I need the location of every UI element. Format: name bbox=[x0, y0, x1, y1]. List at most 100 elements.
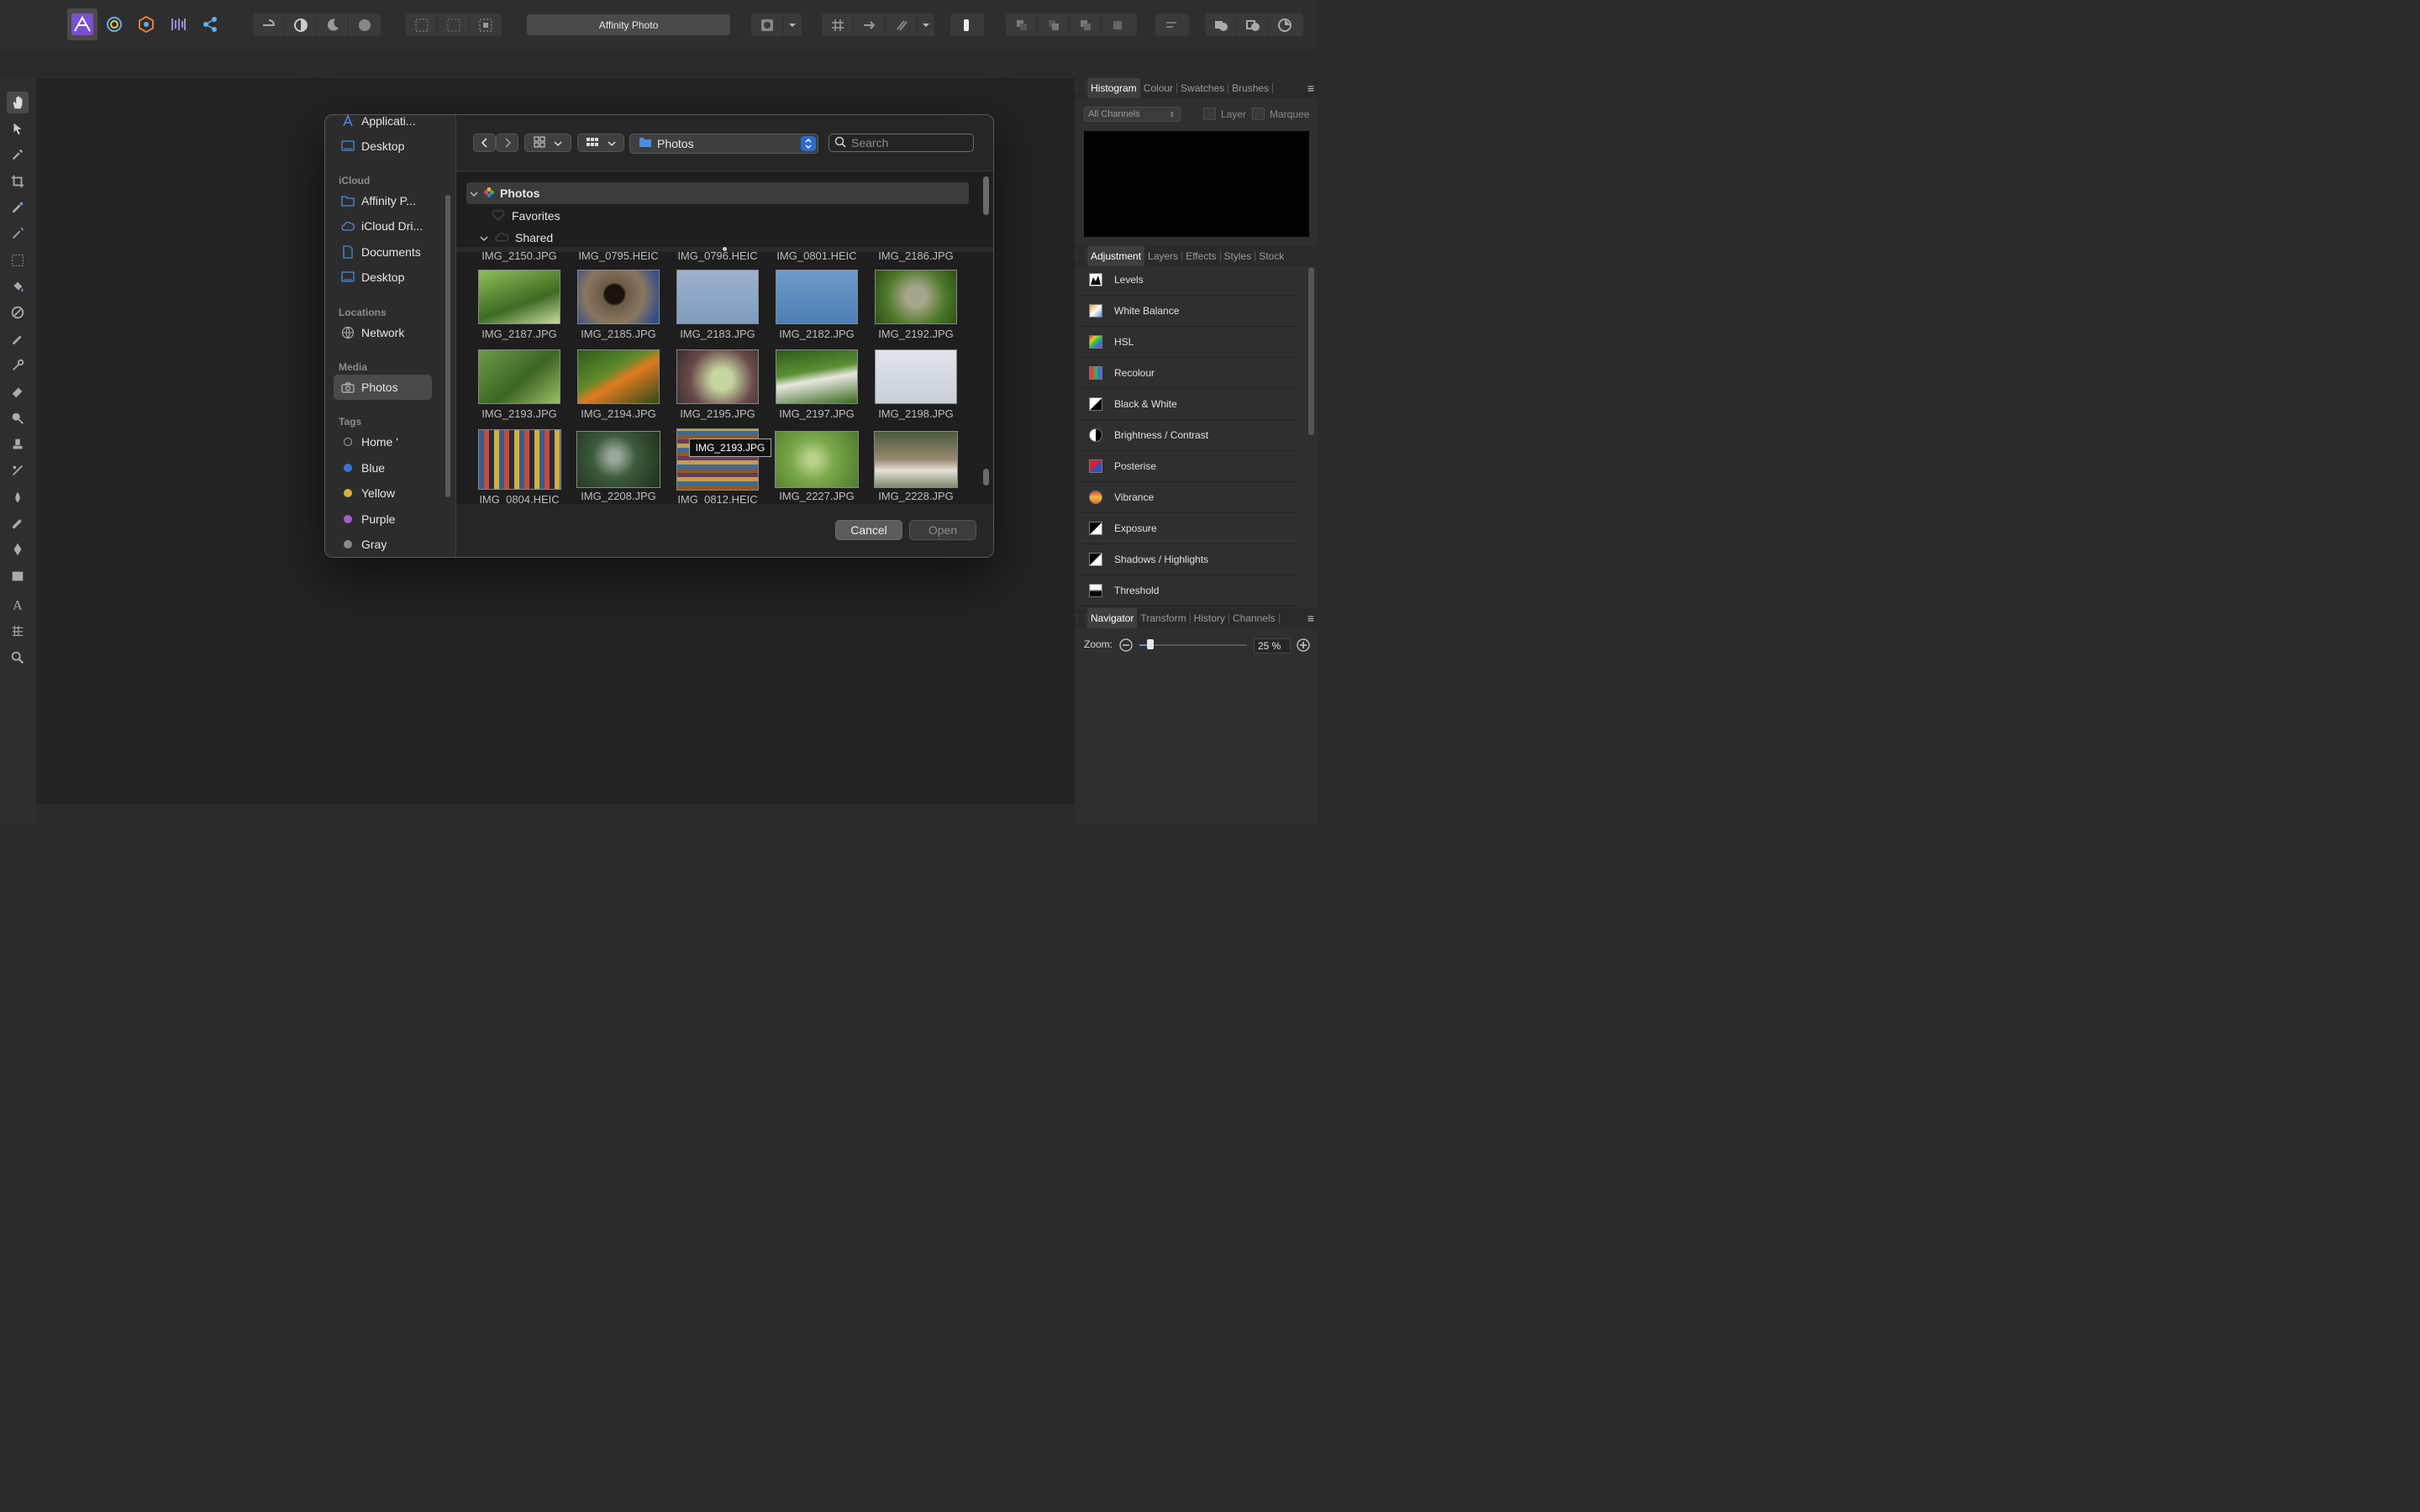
sidebar-tag-purple[interactable]: Purple bbox=[334, 507, 432, 532]
sidebar-item-applications[interactable]: Applicati... bbox=[334, 115, 432, 134]
mask-icon[interactable] bbox=[751, 13, 783, 36]
sidebar-scrollbar[interactable] bbox=[445, 195, 450, 497]
panel-menu-icon[interactable]: ≡ bbox=[1307, 81, 1314, 95]
chevron-down-icon[interactable] bbox=[783, 13, 802, 36]
arrange-forward-icon[interactable] bbox=[1070, 13, 1102, 36]
tab-history[interactable]: History bbox=[1191, 613, 1229, 623]
arrange-front-icon[interactable] bbox=[1102, 13, 1134, 36]
zoom-in-icon[interactable] bbox=[1296, 638, 1311, 657]
develop-persona-icon[interactable] bbox=[131, 8, 161, 40]
photo-thumbnail[interactable] bbox=[478, 270, 560, 324]
zoom-slider-handle[interactable] bbox=[1147, 639, 1154, 649]
photo-thumbnail[interactable] bbox=[875, 349, 957, 404]
photo-thumbnail[interactable] bbox=[577, 270, 660, 324]
sidebar-tag-home[interactable]: Home ' bbox=[334, 429, 432, 454]
tab-navigator[interactable]: Navigator bbox=[1087, 608, 1138, 628]
adjustment-threshold[interactable]: Threshold bbox=[1081, 575, 1298, 606]
zoom-value[interactable]: 25 % bbox=[1254, 638, 1291, 654]
tab-styles[interactable]: Styles bbox=[1221, 251, 1256, 261]
adjustment-hsl[interactable]: HSL bbox=[1081, 327, 1298, 358]
sidebar-item-desktop[interactable]: Desktop bbox=[334, 134, 432, 159]
photo-thumbnail[interactable] bbox=[874, 431, 958, 488]
zoom-out-icon[interactable] bbox=[1118, 638, 1134, 657]
search-field[interactable]: Search bbox=[829, 134, 974, 152]
photo-thumbnail[interactable] bbox=[875, 270, 957, 324]
marquee-checkbox[interactable] bbox=[1252, 108, 1265, 120]
adjustment-exposure[interactable]: Exposure bbox=[1081, 513, 1298, 544]
location-popup[interactable]: Photos bbox=[629, 134, 818, 154]
adjustment-posterise[interactable]: Posterise bbox=[1081, 451, 1298, 482]
sidebar-tag-blue[interactable]: Blue bbox=[334, 455, 432, 480]
chevron-down-icon[interactable] bbox=[918, 13, 934, 36]
tab-stock[interactable]: Stock bbox=[1255, 251, 1287, 261]
tab-effects[interactable]: Effects bbox=[1182, 251, 1221, 261]
adjustment-shadows-highlights[interactable]: Shadows / Highlights bbox=[1081, 544, 1298, 575]
grip-icon[interactable]: ⋮⋮ bbox=[1073, 78, 1090, 98]
clone-stamp-icon[interactable] bbox=[7, 433, 29, 455]
tree-scrollbar[interactable] bbox=[983, 176, 989, 215]
tab-layers[interactable]: Layers bbox=[1144, 251, 1183, 261]
grid-scrollbar[interactable] bbox=[983, 469, 989, 486]
sidebar-item-affinity-photo[interactable]: Affinity P... bbox=[334, 188, 432, 213]
blur-brush-icon[interactable] bbox=[7, 407, 29, 429]
cancel-button[interactable]: Cancel bbox=[835, 520, 902, 540]
hand-tool-icon[interactable] bbox=[7, 92, 29, 113]
smudge-icon[interactable] bbox=[7, 486, 29, 508]
sphere-icon[interactable] bbox=[349, 13, 381, 36]
tab-histogram[interactable]: Histogram bbox=[1087, 78, 1140, 98]
panel-menu-icon[interactable]: ≡ bbox=[1307, 612, 1314, 625]
mesh-warp-icon[interactable] bbox=[7, 620, 29, 642]
assistant-icon[interactable] bbox=[950, 13, 982, 36]
boolean-subtract-icon[interactable] bbox=[1237, 13, 1269, 36]
paint-brush-icon[interactable] bbox=[7, 328, 29, 350]
adjustment-brightness-contrast[interactable]: Brightness / Contrast bbox=[1081, 420, 1298, 451]
tab-adjustment[interactable]: Adjustment bbox=[1087, 246, 1145, 266]
photo-thumbnail[interactable] bbox=[576, 431, 660, 488]
boolean-add-icon[interactable] bbox=[1205, 13, 1237, 36]
crop-tool-icon[interactable] bbox=[7, 171, 29, 192]
boolean-intersect-icon[interactable] bbox=[1269, 13, 1301, 36]
tone-mapping-persona-icon[interactable] bbox=[163, 8, 193, 40]
rectangle-tool-icon[interactable] bbox=[7, 565, 29, 587]
sidebar-tag-yellow[interactable]: Yellow bbox=[334, 480, 432, 506]
text-tool-icon[interactable]: A bbox=[7, 594, 29, 616]
layer-checkbox[interactable] bbox=[1203, 108, 1216, 120]
healing-brush-icon[interactable] bbox=[7, 459, 29, 481]
tab-channels[interactable]: Channels bbox=[1229, 613, 1280, 623]
selection-brush-icon[interactable] bbox=[7, 197, 29, 218]
view-toggle-button[interactable] bbox=[524, 134, 571, 152]
arrow-right-icon[interactable] bbox=[854, 13, 886, 36]
tab-brushes[interactable]: Brushes bbox=[1228, 83, 1274, 93]
color-picker-icon[interactable] bbox=[7, 144, 29, 165]
export-persona-icon[interactable] bbox=[195, 8, 225, 40]
marquee-alt-icon[interactable] bbox=[438, 13, 470, 36]
adjustment-levels[interactable]: Levels bbox=[1081, 265, 1298, 296]
tab-colour[interactable]: Colour bbox=[1140, 83, 1178, 93]
adjustment-white-balance[interactable]: White Balance bbox=[1081, 296, 1298, 327]
photo-thumbnail[interactable] bbox=[676, 349, 759, 404]
photo-persona-icon[interactable] bbox=[67, 8, 97, 40]
invert-selection-icon[interactable] bbox=[470, 13, 502, 36]
view-mode-icon[interactable] bbox=[253, 13, 285, 36]
dodge-brush-icon[interactable] bbox=[7, 354, 29, 376]
moon-icon[interactable] bbox=[317, 13, 349, 36]
photo-thumbnail[interactable] bbox=[478, 349, 560, 404]
photo-thumbnail[interactable] bbox=[776, 349, 858, 404]
sidebar-item-documents[interactable]: Documents bbox=[334, 239, 432, 265]
grid-icon[interactable] bbox=[822, 13, 854, 36]
adjustment-scrollbar[interactable] bbox=[1308, 267, 1314, 435]
arrange-back-icon[interactable] bbox=[1006, 13, 1038, 36]
photo-thumbnail[interactable] bbox=[776, 270, 858, 324]
tree-row-favorites[interactable]: Favorites bbox=[492, 205, 993, 227]
grip-icon[interactable]: ⋮⋮ bbox=[1073, 246, 1090, 266]
tree-row-photos[interactable]: Photos bbox=[466, 182, 969, 204]
adjustment-recolour[interactable]: Recolour bbox=[1081, 358, 1298, 389]
tab-swatches[interactable]: Swatches bbox=[1177, 83, 1229, 93]
sidebar-item-network[interactable]: Network bbox=[334, 320, 432, 345]
tree-row-shared[interactable]: Shared bbox=[480, 227, 984, 249]
magic-wand-icon[interactable] bbox=[7, 223, 29, 244]
zoom-slider[interactable] bbox=[1139, 644, 1247, 646]
grip-icon[interactable]: ⋮⋮ bbox=[1073, 608, 1090, 628]
move-tool-icon[interactable] bbox=[7, 118, 29, 139]
marquee-icon[interactable] bbox=[406, 13, 438, 36]
